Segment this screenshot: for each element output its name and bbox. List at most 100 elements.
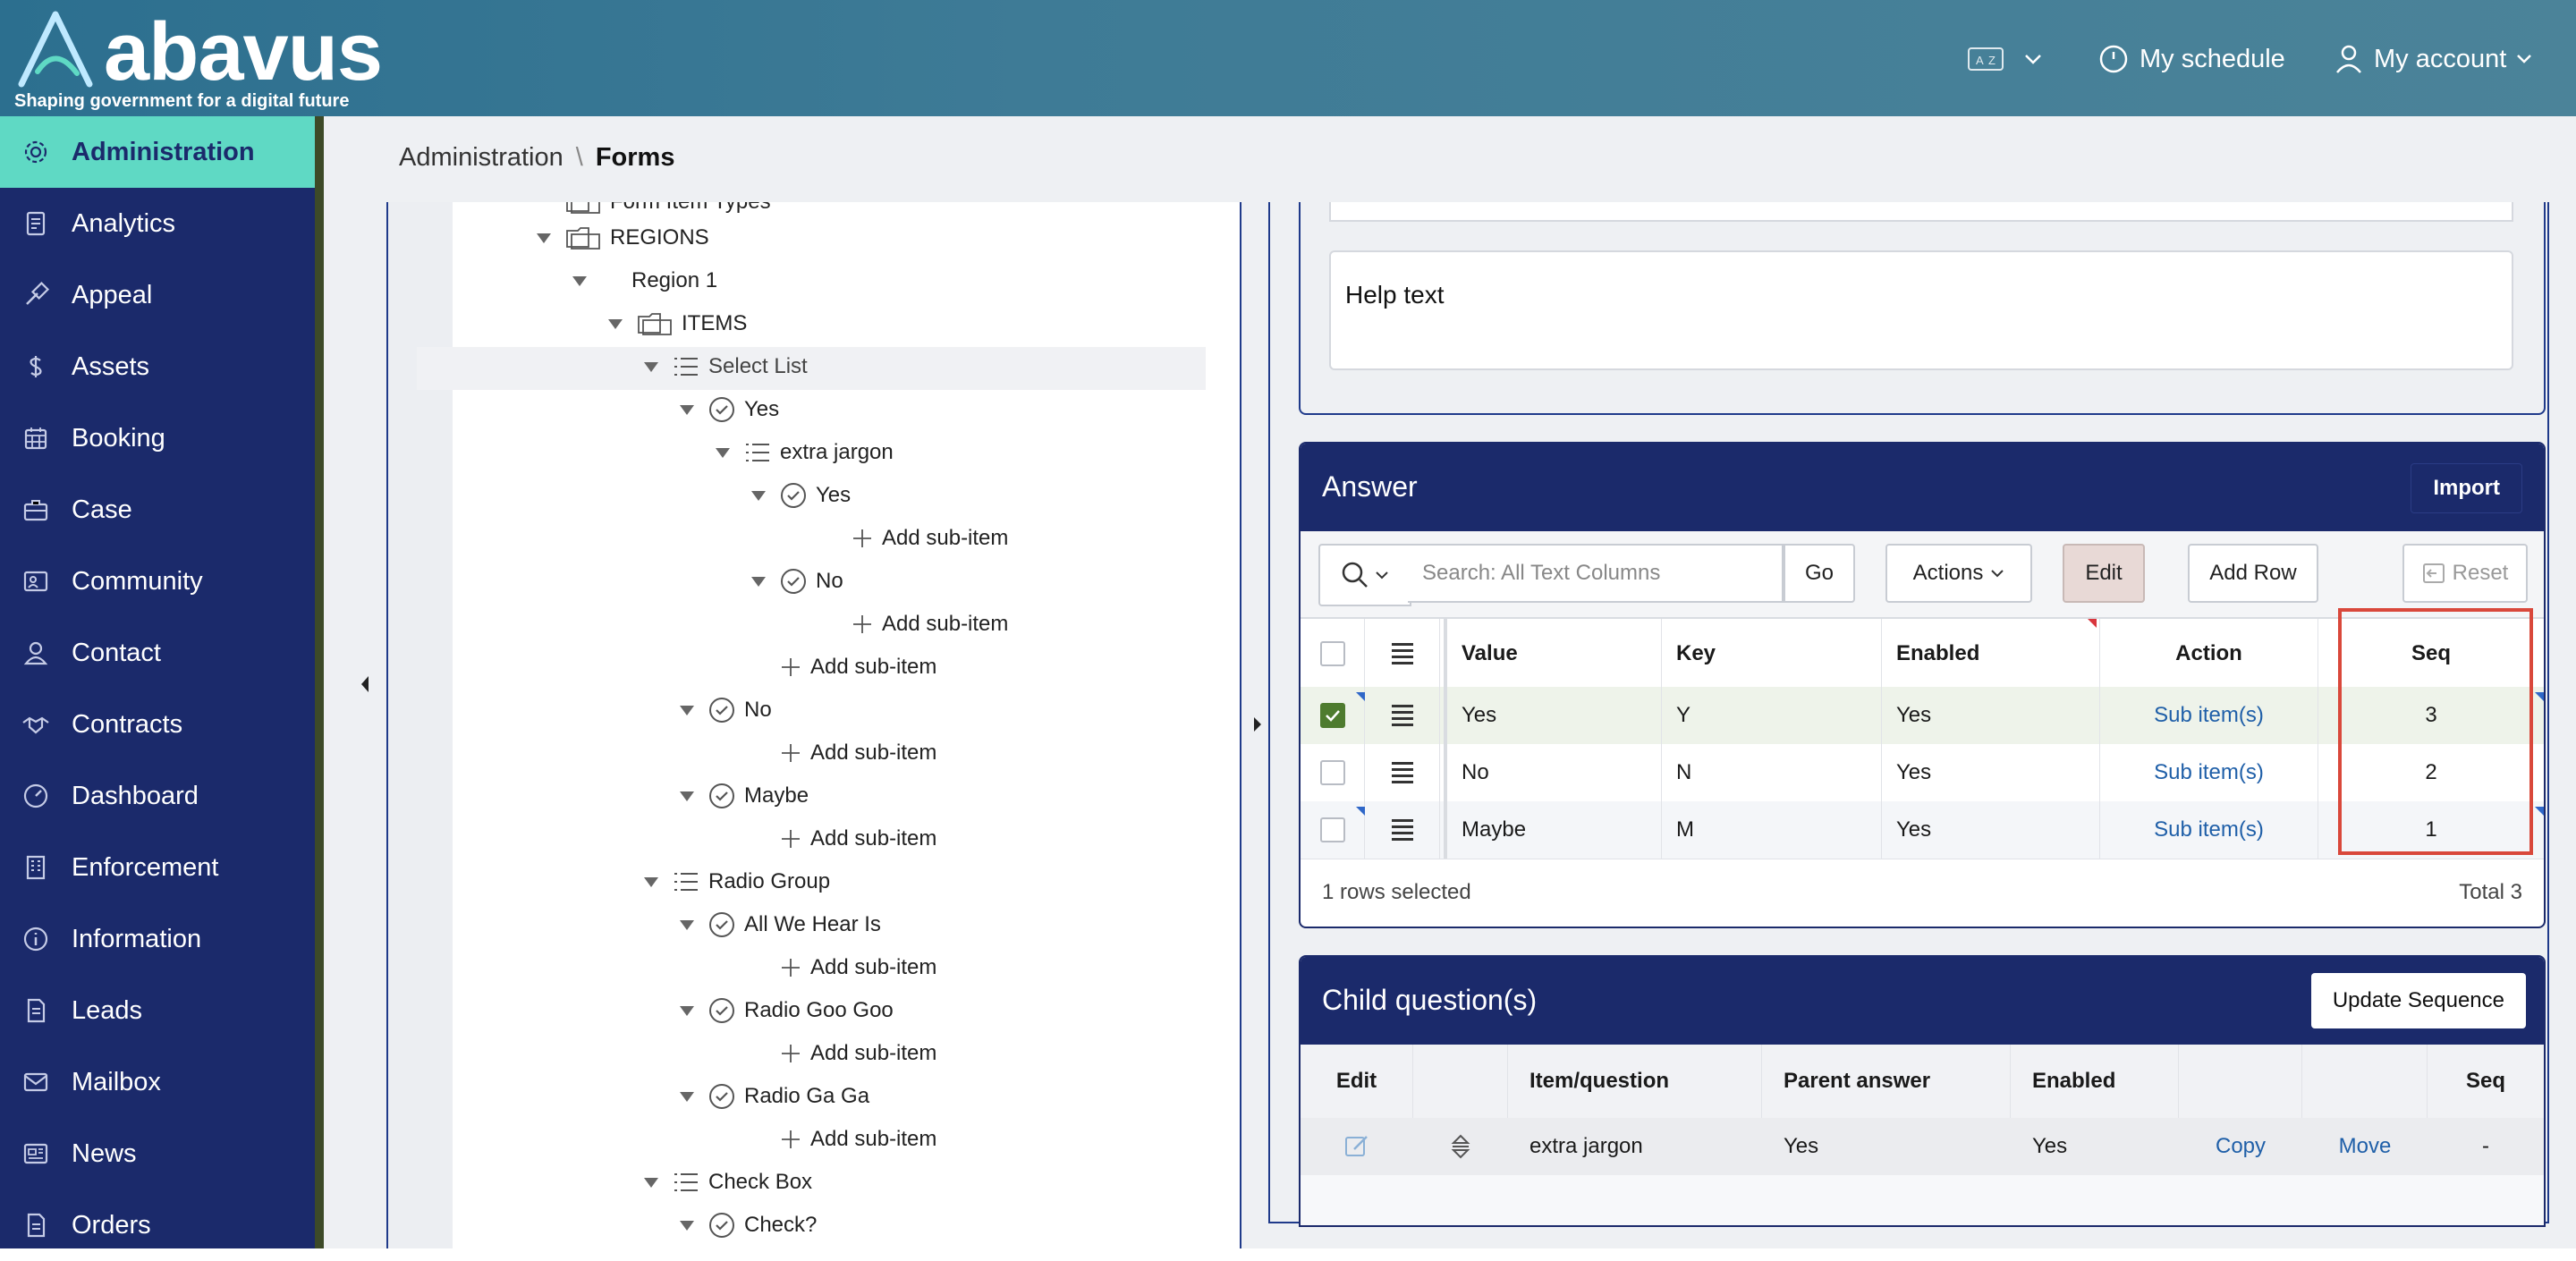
edit-pencil-icon[interactable] (1343, 1133, 1370, 1160)
tree-add-sub-item[interactable]: Add sub-item (780, 1034, 936, 1073)
col-header-action[interactable]: Action (2100, 619, 2318, 689)
row-menu-icon[interactable] (1391, 819, 1413, 841)
my-schedule-link[interactable]: My schedule (2098, 39, 2285, 79)
row-menu-icon[interactable] (1391, 762, 1413, 783)
menu-icon[interactable] (1391, 643, 1413, 664)
sidebar-item-community[interactable]: Community (0, 546, 315, 617)
sidebar-scrollbar[interactable] (315, 116, 324, 1248)
enabled-cell[interactable]: Yes (1882, 744, 2100, 801)
tree-add-sub-item[interactable]: Add sub-item (852, 519, 1008, 558)
sub-items-link[interactable]: Sub item(s) (2100, 801, 2318, 859)
row-checkbox[interactable] (1319, 817, 1345, 842)
search-input[interactable]: Search: All Text Columns (1408, 544, 1784, 603)
col-header-value[interactable]: Value (1444, 619, 1662, 689)
child-col-seq[interactable]: Seq (2428, 1045, 2544, 1118)
abavus-logo[interactable]: abavus Shaping government for a digital … (13, 5, 388, 111)
expand-caret-icon[interactable] (608, 318, 623, 329)
sidebar-item-information[interactable]: Information (0, 903, 315, 975)
tree-node-check[interactable]: Check? (680, 1206, 817, 1245)
edit-button[interactable]: Edit (2063, 544, 2145, 603)
sidebar-item-contact[interactable]: Contact (0, 617, 315, 689)
sidebar-item-assets[interactable]: Assets (0, 331, 315, 402)
description-textarea[interactable] (1329, 202, 2513, 222)
value-cell[interactable]: Yes (1444, 687, 1662, 744)
import-button[interactable]: Import (2411, 463, 2522, 513)
row-menu-icon[interactable] (1391, 705, 1413, 726)
expand-caret-icon[interactable] (680, 404, 694, 415)
collapse-left-icon[interactable] (356, 644, 374, 724)
tree-add-sub-item[interactable]: Add sub-item (780, 1120, 936, 1159)
actions-menu-button[interactable]: Actions (1885, 544, 2032, 603)
sidebar-item-contracts[interactable]: Contracts (0, 689, 315, 760)
key-cell[interactable]: M (1662, 801, 1882, 859)
col-header-enabled[interactable]: Enabled (1882, 619, 2100, 689)
select-all-checkbox[interactable] (1319, 641, 1345, 666)
reorder-icon[interactable] (1450, 1133, 1471, 1160)
update-sequence-button[interactable]: Update Sequence (2310, 973, 2526, 1028)
col-header-key[interactable]: Key (1662, 619, 1882, 689)
expand-caret-icon[interactable] (680, 1005, 694, 1016)
tree-node-radio2[interactable]: Radio Goo Goo (680, 991, 894, 1030)
expand-caret-icon[interactable] (644, 361, 658, 372)
enabled-cell[interactable]: Yes (1882, 687, 2100, 744)
tree-node-items[interactable]: ITEMS (608, 304, 747, 343)
sidebar-item-dashboard[interactable]: Dashboard (0, 760, 315, 832)
expand-caret-icon[interactable] (537, 233, 551, 243)
expand-caret-icon[interactable] (644, 1177, 658, 1188)
sidebar-item-appeal[interactable]: Appeal (0, 259, 315, 331)
key-cell[interactable]: Y (1662, 687, 1882, 744)
row-checkbox[interactable] (1319, 760, 1345, 785)
tree-node-region1[interactable]: Region 1 (572, 261, 717, 300)
reset-button[interactable]: Reset (2402, 544, 2528, 603)
tree-node-regions[interactable]: REGIONS (537, 218, 709, 258)
go-button[interactable]: Go (1784, 544, 1855, 603)
tree-node-yes[interactable]: Yes (680, 390, 779, 429)
enabled-cell[interactable]: Yes (1882, 801, 2100, 859)
sidebar-item-leads[interactable]: Leads (0, 975, 315, 1046)
breadcrumb-parent[interactable]: Administration (399, 143, 564, 173)
expand-caret-icon[interactable] (751, 490, 766, 501)
tree-node-radio1[interactable]: All We Hear Is (680, 905, 881, 944)
sidebar-item-administration[interactable]: Administration (0, 116, 315, 188)
tree-add-sub-item[interactable]: Add sub-item (780, 819, 936, 859)
tree-node-sub-yes[interactable]: Yes (751, 476, 851, 515)
sidebar-item-orders[interactable]: Orders (0, 1189, 315, 1261)
sidebar-item-news[interactable]: News (0, 1118, 315, 1189)
tree-node-radio3[interactable]: Radio Ga Ga (680, 1077, 869, 1116)
help-text-field[interactable]: Help text (1329, 250, 2513, 370)
key-cell[interactable]: N (1662, 744, 1882, 801)
my-account-menu[interactable]: My account (2334, 39, 2533, 79)
expand-caret-icon[interactable] (680, 919, 694, 930)
expand-caret-icon[interactable] (680, 1091, 694, 1102)
tree-add-sub-item[interactable]: Add sub-item (852, 605, 1008, 644)
tree-node-extra-jargon[interactable]: extra jargon (716, 433, 894, 472)
sidebar-item-mailbox[interactable]: Mailbox (0, 1046, 315, 1118)
sidebar-item-analytics[interactable]: Analytics (0, 188, 315, 259)
child-col-enabled[interactable]: Enabled (2011, 1045, 2179, 1118)
tree-add-sub-item[interactable]: Add sub-item (780, 733, 936, 773)
expand-caret-icon[interactable] (644, 876, 658, 887)
expand-caret-icon[interactable] (680, 705, 694, 715)
value-cell[interactable]: No (1444, 744, 1662, 801)
sidebar-item-case[interactable]: Case (0, 474, 315, 546)
tree-node-select-list[interactable]: Select List (644, 347, 808, 386)
value-cell[interactable]: Maybe (1444, 801, 1662, 859)
sidebar-item-enforcement[interactable]: Enforcement (0, 832, 315, 903)
language-menu[interactable]: A Z (1968, 39, 2043, 79)
search-column-selector[interactable] (1318, 544, 1411, 606)
expand-right-icon[interactable] (1249, 698, 1267, 751)
expand-caret-icon[interactable] (716, 447, 730, 458)
sub-items-link[interactable]: Sub item(s) (2100, 744, 2318, 801)
tree-node-radio-group[interactable]: Radio Group (644, 862, 830, 901)
sub-items-link[interactable]: Sub item(s) (2100, 687, 2318, 744)
child-col-parent-answer[interactable]: Parent answer (1762, 1045, 2011, 1118)
expand-caret-icon[interactable] (680, 1220, 694, 1231)
tree-node-sub-no[interactable]: No (751, 562, 843, 601)
expand-caret-icon[interactable] (572, 275, 587, 286)
sidebar-item-booking[interactable]: Booking (0, 402, 315, 474)
tree-add-sub-item[interactable]: Add sub-item (780, 647, 936, 687)
tree-add-sub-item[interactable]: Add sub-item (780, 948, 936, 987)
row-checkbox[interactable] (1319, 703, 1345, 728)
move-link[interactable]: Move (2302, 1118, 2428, 1175)
tree-node-maybe[interactable]: Maybe (680, 776, 809, 816)
